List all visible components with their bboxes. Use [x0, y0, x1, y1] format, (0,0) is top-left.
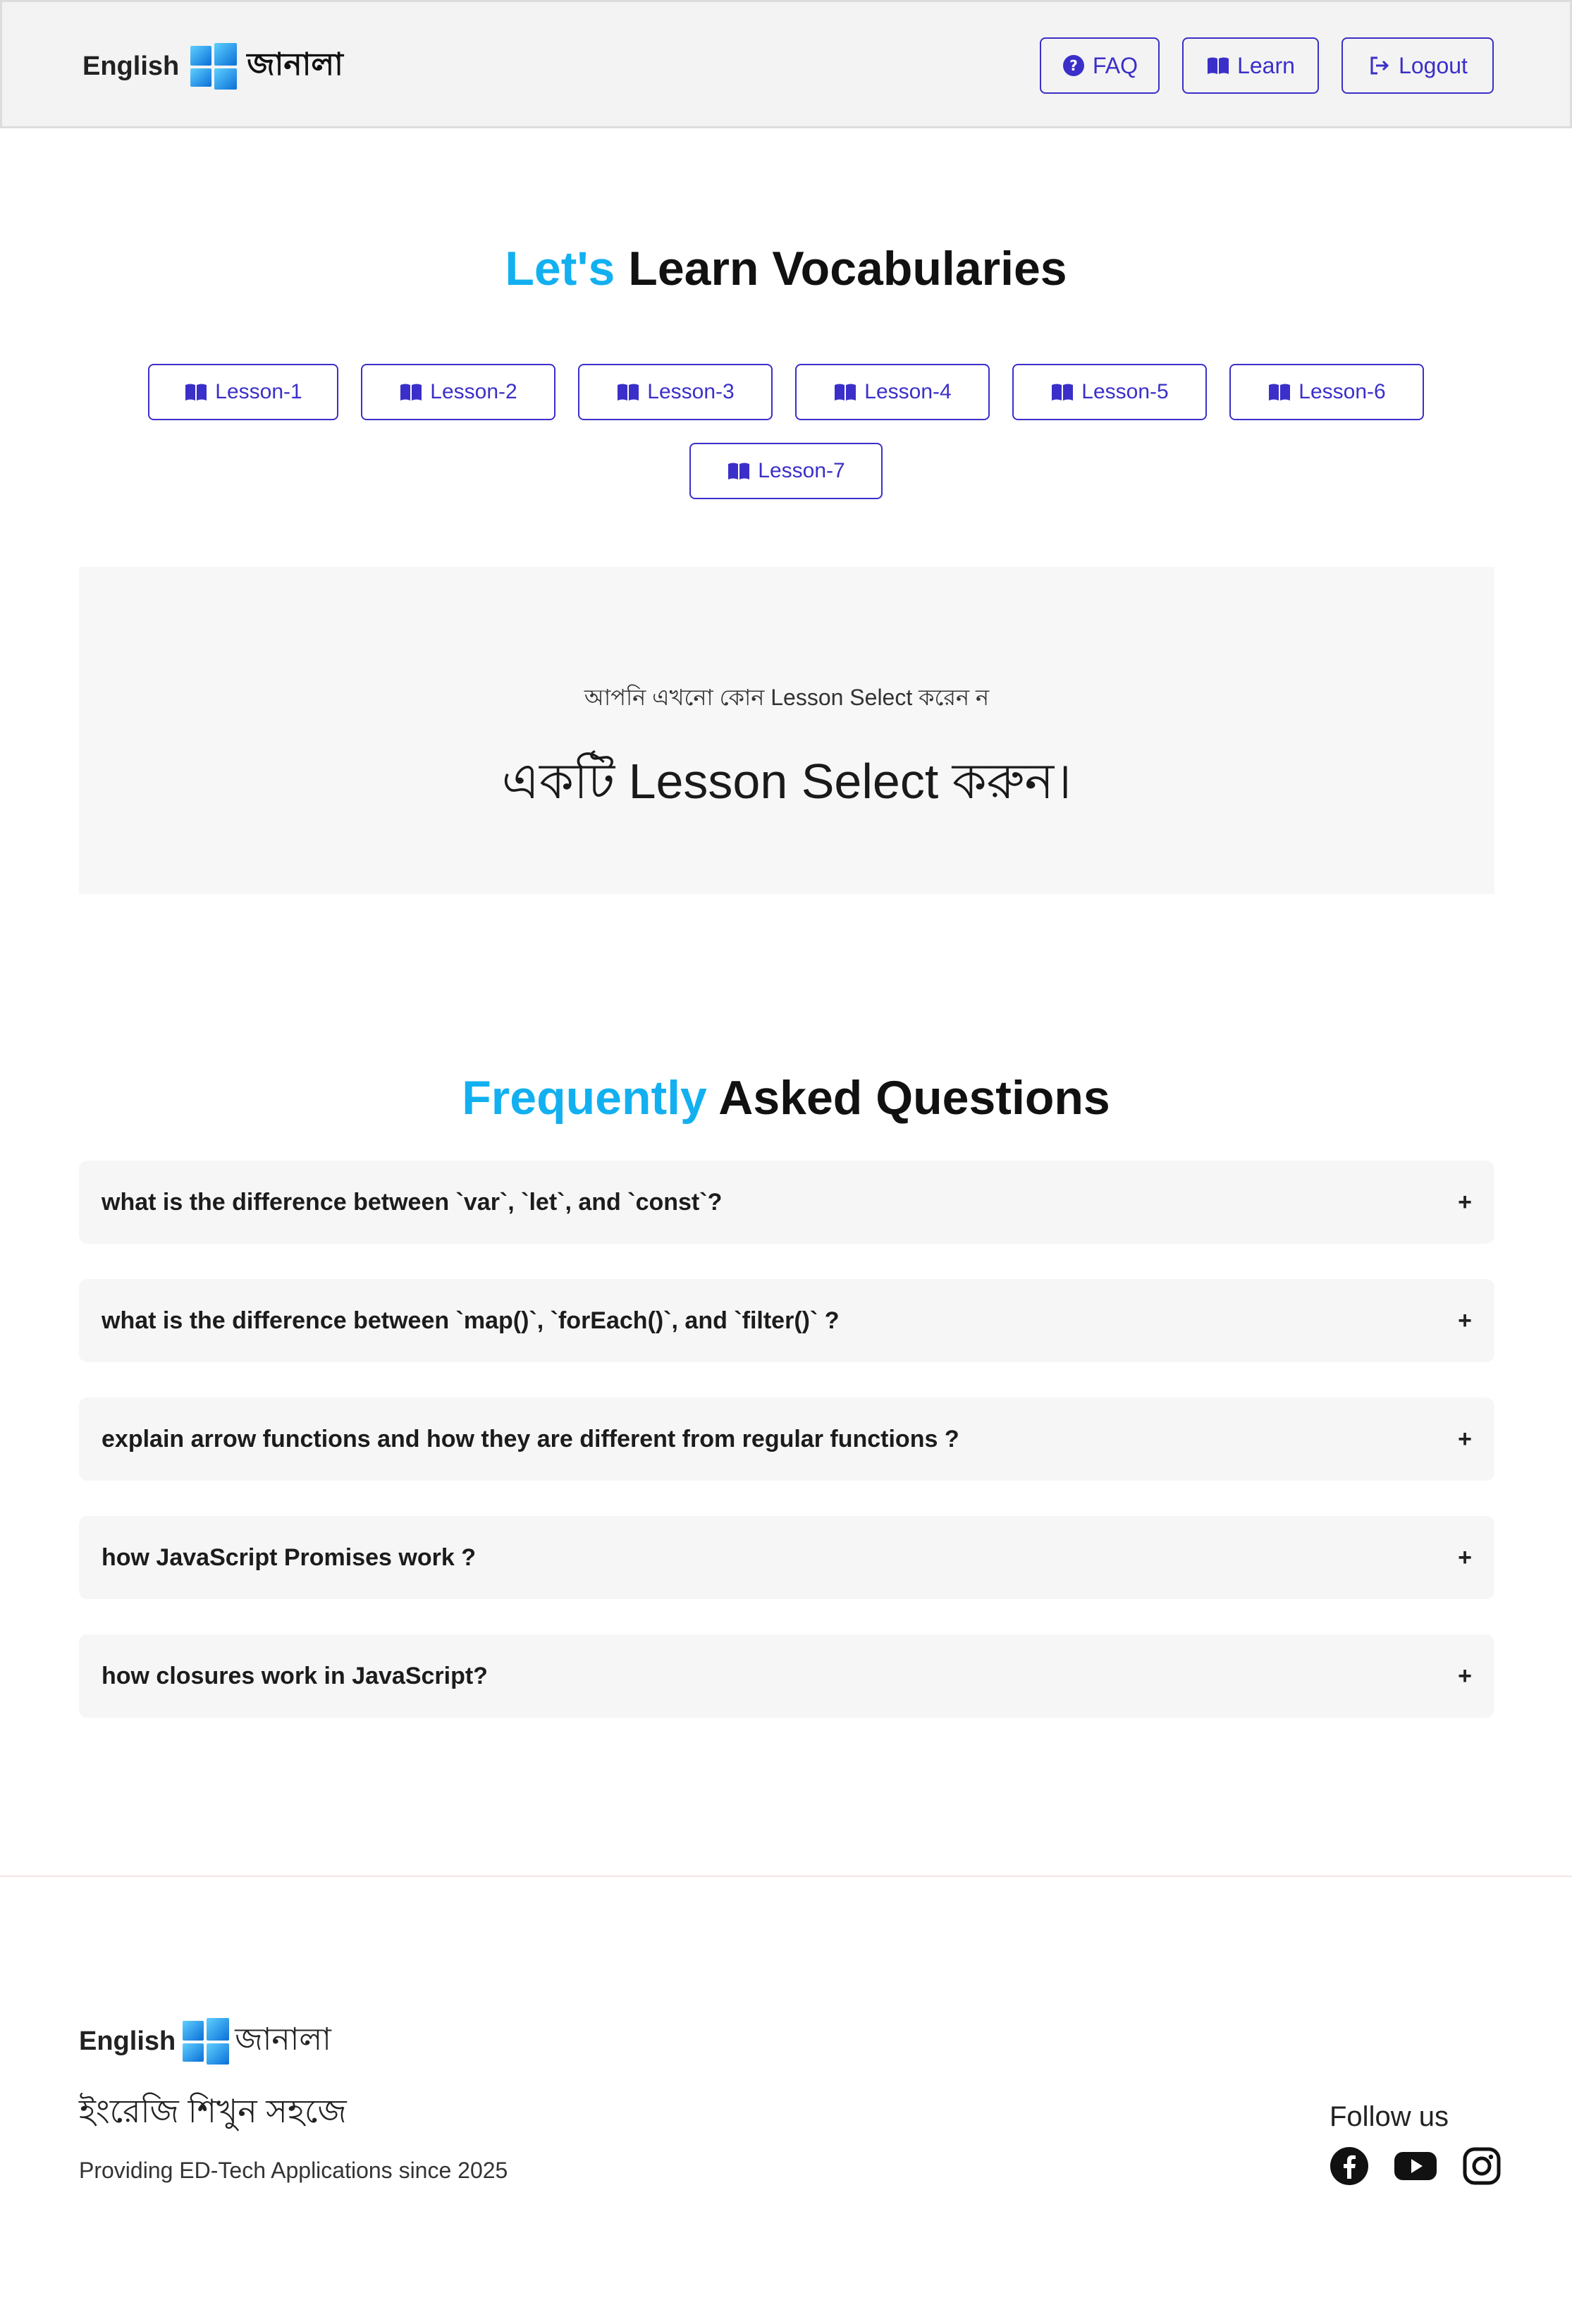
faq-question: what is the difference between `map()`, … [102, 1307, 840, 1334]
faq-button-label: FAQ [1092, 52, 1138, 78]
social-links [1330, 2146, 1502, 2186]
footer-since-text: Providing ED-Tech Applications since 202… [79, 2158, 508, 2183]
footer-brand-logo[interactable]: English জানালা [79, 2017, 331, 2066]
footer-brand-bangla-text: জানালা [235, 2022, 331, 2057]
lesson-label: Lesson-6 [1298, 380, 1386, 403]
lesson-button-5[interactable]: Lesson-5 [1012, 364, 1207, 420]
svg-text:?: ? [1069, 57, 1078, 74]
plus-icon[interactable]: + [1458, 1426, 1472, 1453]
windows-logo-icon [183, 2018, 230, 2065]
no-lesson-selected-card: আপনি এখনো কোন Lesson Select করেন ন একটি … [79, 567, 1494, 894]
lesson-button-1[interactable]: Lesson-1 [148, 364, 338, 420]
faq-item[interactable]: what is the difference between `map()`, … [79, 1279, 1494, 1362]
lesson-button-4[interactable]: Lesson-4 [795, 364, 990, 420]
book-open-icon [1208, 57, 1229, 74]
learn-button-label: Learn [1237, 52, 1295, 78]
faq-item[interactable]: how JavaScript Promises work ? + [79, 1516, 1494, 1599]
lesson-label: Lesson-4 [864, 380, 952, 403]
vocab-title-rest: Learn Vocabularies [628, 242, 1067, 295]
plus-icon[interactable]: + [1458, 1189, 1472, 1216]
plus-icon[interactable]: + [1458, 1544, 1472, 1572]
book-open-icon [728, 463, 750, 479]
lesson-label: Lesson-5 [1081, 380, 1169, 403]
lesson-label: Lesson-1 [215, 380, 302, 403]
footer-tagline: ইংরেজি শিখুন সহজে [79, 2093, 347, 2129]
book-open-icon [400, 384, 422, 400]
brand-bangla-text: জানালা [247, 47, 343, 82]
logout-button-label: Logout [1399, 52, 1468, 78]
brand-english-text: English [82, 51, 180, 81]
footer-brand-english-text: English [79, 2026, 176, 2056]
question-circle-icon: ? [1062, 55, 1084, 76]
footer-divider [0, 1876, 1572, 1877]
learn-button[interactable]: Learn [1182, 37, 1319, 94]
faq-title-highlight: Frequently [462, 1071, 707, 1125]
lesson-button-2[interactable]: Lesson-2 [361, 364, 555, 420]
lesson-button-6[interactable]: Lesson-6 [1229, 364, 1424, 420]
instagram-icon[interactable] [1462, 2146, 1502, 2186]
lesson-button-3[interactable]: Lesson-3 [578, 364, 773, 420]
lesson-label: Lesson-2 [430, 380, 517, 403]
book-open-icon [185, 384, 207, 400]
lesson-button-7[interactable]: Lesson-7 [689, 443, 883, 499]
book-open-icon [1269, 384, 1291, 400]
follow-us-label: Follow us [1330, 2101, 1449, 2132]
lesson-label: Lesson-7 [758, 459, 845, 482]
book-open-icon [618, 384, 639, 400]
logout-button[interactable]: Logout [1341, 37, 1494, 94]
faq-question: how JavaScript Promises work ? [102, 1543, 476, 1571]
vocab-section-title: Let's Learn Vocabularies [0, 241, 1572, 296]
plus-icon[interactable]: + [1458, 1663, 1472, 1690]
no-lesson-message: আপনি এখনো কোন Lesson Select করেন ন [584, 685, 990, 710]
plus-icon[interactable]: + [1458, 1307, 1472, 1335]
lesson-label: Lesson-3 [647, 380, 735, 403]
faq-button[interactable]: ? FAQ [1040, 37, 1160, 94]
vocab-title-highlight: Let's [505, 242, 615, 295]
select-lesson-prompt: একটি Lesson Select করুন। [501, 754, 1072, 809]
faq-question: what is the difference between `var`, `l… [102, 1188, 723, 1216]
facebook-icon[interactable] [1330, 2146, 1369, 2186]
faq-question: explain arrow functions and how they are… [102, 1425, 959, 1452]
book-open-icon [835, 384, 856, 400]
faq-question: how closures work in JavaScript? [102, 1662, 488, 1689]
youtube-icon[interactable] [1393, 2146, 1438, 2186]
faq-section-title: Frequently Asked Questions [0, 1070, 1572, 1125]
logout-icon [1370, 56, 1389, 75]
faq-item[interactable]: explain arrow functions and how they are… [79, 1398, 1494, 1481]
windows-logo-icon [190, 43, 238, 90]
faq-title-rest: Asked Questions [718, 1071, 1110, 1125]
navbar: English জানালা ? FAQ Learn Logout [0, 0, 1572, 128]
faq-item[interactable]: what is the difference between `var`, `l… [79, 1161, 1494, 1244]
brand-logo[interactable]: English জানালা [82, 42, 343, 91]
book-open-icon [1052, 384, 1074, 400]
faq-item[interactable]: how closures work in JavaScript? + [79, 1634, 1494, 1718]
